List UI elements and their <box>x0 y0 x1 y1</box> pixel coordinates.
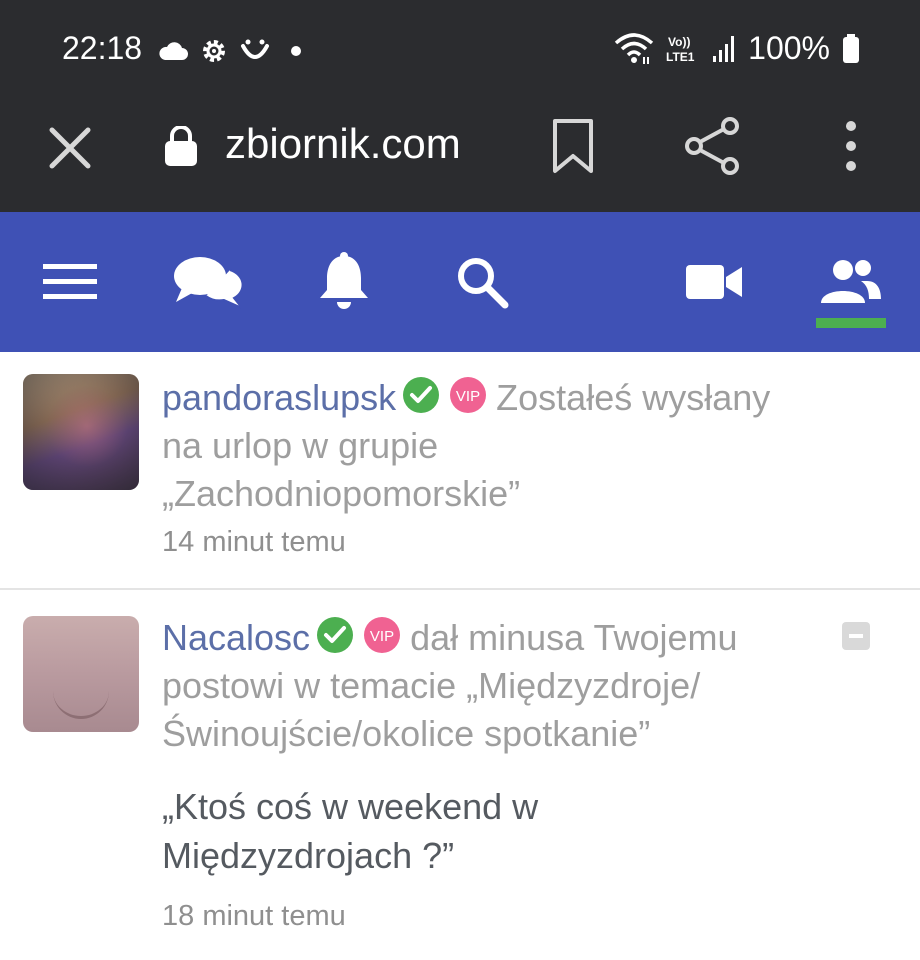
lock-icon <box>165 126 197 166</box>
nav-notifications-button[interactable] <box>304 212 384 352</box>
status-time: 22:18 <box>62 30 143 66</box>
settings-gear-icon <box>203 40 225 62</box>
message-line: Zostałeś wysłany <box>496 377 771 418</box>
battery-icon <box>843 33 859 63</box>
chat-bubbles-icon <box>174 257 244 309</box>
vip-badge: VIP <box>364 617 401 653</box>
message-line: Świnoujście/okolice spotkanie” <box>162 713 651 754</box>
status-right: Vo)) LTE1 100% <box>614 30 860 67</box>
vip-badge: VIP <box>450 377 487 413</box>
svg-text:VIP: VIP <box>456 388 480 405</box>
search-icon <box>458 258 509 309</box>
status-bar: 22:18 Vo)) LTE1 100% <box>0 0 920 100</box>
minus-icon[interactable] <box>842 622 870 650</box>
username-link[interactable]: Nacalosc <box>162 617 310 658</box>
more-vert-icon[interactable] <box>838 120 864 172</box>
avatar[interactable] <box>23 374 139 490</box>
url-field[interactable]: zbiornik.com <box>225 120 461 168</box>
timestamp: 18 minut temu <box>162 900 346 932</box>
bell-icon <box>320 252 368 309</box>
quote-line: Międzyzdrojach ?” <box>162 835 455 876</box>
nav-friends-button[interactable] <box>808 212 892 352</box>
verified-check-icon <box>317 617 354 653</box>
cloud-icon <box>159 42 188 60</box>
verified-check-icon <box>403 377 440 413</box>
notification-text: Nacalosc VIP dał minusa Twojemu postowi w … <box>162 614 842 758</box>
svg-text:Vo)): Vo)) <box>668 35 690 49</box>
message-line: na urlop w grupie <box>162 425 439 466</box>
people-icon <box>821 260 881 303</box>
share-icon[interactable] <box>684 116 742 176</box>
status-left-icons <box>158 34 304 68</box>
svg-text:VIP: VIP <box>370 628 394 645</box>
dot-icon <box>291 46 301 56</box>
nav-messages-button[interactable] <box>164 212 254 352</box>
nav-search-button[interactable] <box>440 212 524 352</box>
svg-text:LTE1: LTE1 <box>666 50 695 64</box>
battery-percent: 100% <box>748 30 830 66</box>
nav-video-button[interactable] <box>672 212 756 352</box>
active-tab-indicator <box>816 318 886 328</box>
smile-icon <box>241 39 269 59</box>
message-line: dał minusa Twojemu <box>410 617 738 658</box>
volte-lte1-icon: Vo))LTE1 <box>666 35 695 64</box>
timestamp: 14 minut temu <box>162 526 346 558</box>
hamburger-icon <box>43 264 97 299</box>
bookmark-icon[interactable] <box>551 118 595 174</box>
notification-item[interactable]: pandoraslupsk VIP Zostałeś wysłany na urlo… <box>0 352 920 588</box>
avatar[interactable] <box>23 616 139 732</box>
username-link[interactable]: pandoraslupsk <box>162 377 396 418</box>
quoted-post-title[interactable]: „Ktoś coś w weekend w Międzyzdrojach ?” <box>162 782 842 880</box>
wifi-icon <box>614 32 654 64</box>
notification-item[interactable]: Nacalosc VIP dał minusa Twojemu postowi w … <box>0 590 920 960</box>
browser-toolbar: zbiornik.com <box>0 100 920 212</box>
message-line: postowi w temacie „Międzyzdroje/ <box>162 665 701 706</box>
quote-line: „Ktoś coś w weekend w <box>162 786 539 827</box>
site-nav-bar <box>0 212 920 352</box>
notification-text: pandoraslupsk VIP Zostałeś wysłany na urlo… <box>162 374 882 518</box>
signal-icon <box>713 35 735 62</box>
message-line: „Zachodniopomorskie” <box>162 473 521 514</box>
video-camera-icon <box>686 265 742 299</box>
nav-menu-button[interactable] <box>28 212 112 352</box>
close-icon[interactable] <box>44 122 96 174</box>
